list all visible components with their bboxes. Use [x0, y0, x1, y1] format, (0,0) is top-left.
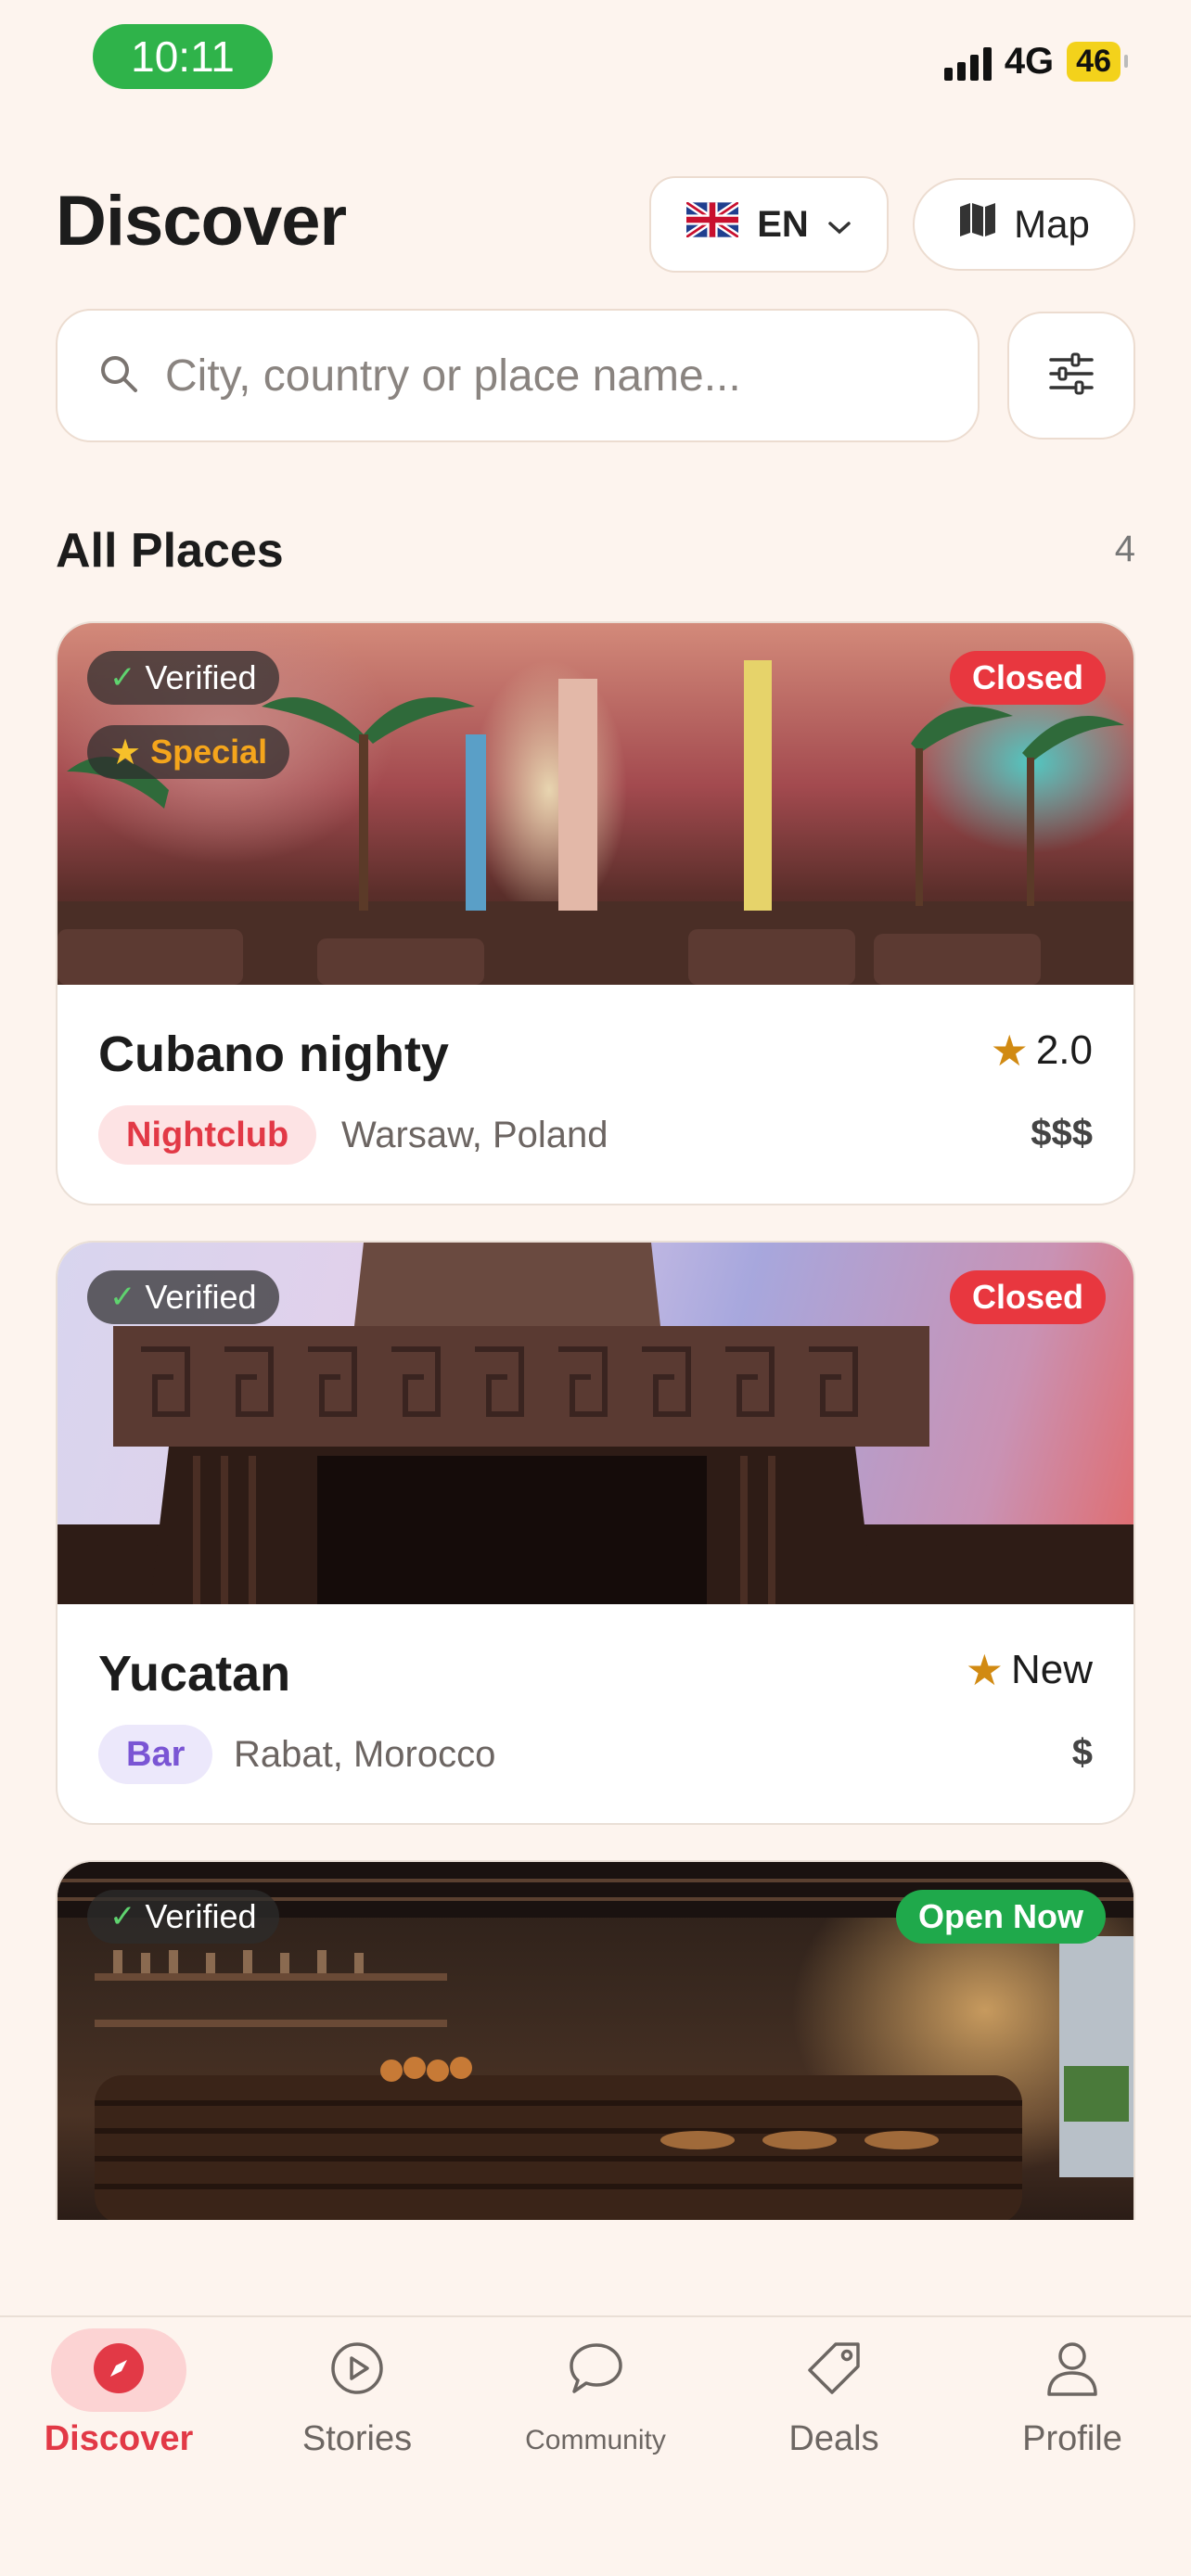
tab-label: Deals	[788, 2419, 879, 2458]
filter-button[interactable]	[1007, 312, 1135, 440]
place-name: Yucatan	[98, 1646, 291, 1702]
tab-label: Discover	[44, 2419, 194, 2458]
uk-flag-icon	[685, 199, 741, 247]
place-location: Rabat, Morocco	[234, 1734, 496, 1775]
price-level: $	[1071, 1732, 1093, 1773]
star-icon: ★	[965, 1646, 1004, 1694]
tab-label: Stories	[301, 2419, 413, 2458]
user-icon	[1045, 2340, 1099, 2401]
map-icon	[958, 201, 997, 248]
play-icon	[330, 2341, 384, 2400]
tab-community[interactable]: Community	[477, 2317, 714, 2503]
chevron-down-icon	[827, 204, 852, 246]
category-tag: Nightclub	[98, 1105, 317, 1165]
place-location: Warsaw, Poland	[341, 1115, 608, 1155]
status-badge: Closed	[949, 1270, 1106, 1324]
rating-value: New	[1010, 1647, 1093, 1692]
star-icon: ★	[109, 733, 142, 772]
rating-value: 2.0	[1035, 1027, 1093, 1073]
verified-label: Verified	[145, 1897, 257, 1935]
search-icon	[98, 353, 139, 399]
place-card[interactable]: ✓ Verified ★ Special Closed Cubano night…	[56, 621, 1135, 1205]
search-input[interactable]	[163, 349, 928, 402]
verified-label: Verified	[145, 658, 257, 696]
verified-badge: ✓ Verified	[87, 651, 279, 705]
tab-label: Profile	[1022, 2419, 1122, 2458]
category-tag: Bar	[98, 1725, 213, 1784]
tab-deals[interactable]: Deals	[715, 2317, 953, 2503]
verified-badge: ✓ Verified	[87, 1890, 279, 1944]
star-icon: ★	[990, 1027, 1029, 1075]
map-button[interactable]: Map	[913, 178, 1135, 271]
bottom-tab-bar: Discover Stories Community Deals Profile	[0, 2315, 1191, 2576]
section-title: All Places	[56, 524, 284, 578]
compass-icon	[92, 2341, 146, 2400]
tab-label: Community	[525, 2425, 666, 2455]
status-indicators: 4G 46	[943, 41, 1128, 83]
status-badge: Open Now	[896, 1890, 1106, 1944]
tab-profile[interactable]: Profile	[954, 2317, 1191, 2503]
rating: ★ 2.0	[991, 1026, 1093, 1076]
special-badge: ★ Special	[87, 725, 290, 779]
special-label: Special	[150, 733, 268, 771]
language-label: EN	[757, 203, 809, 245]
check-icon: ✓	[109, 1280, 136, 1315]
status-time: 10:11	[93, 24, 273, 89]
network-type: 4G	[1004, 41, 1055, 82]
verified-badge: ✓ Verified	[87, 1270, 279, 1324]
tag-icon	[806, 2340, 862, 2401]
signal-icon	[943, 44, 992, 81]
place-photo: ✓ Verified ★ Special Closed	[58, 623, 1133, 985]
check-icon: ✓	[109, 1899, 136, 1934]
places-count: 4	[1114, 529, 1135, 569]
check-icon: ✓	[109, 660, 136, 695]
place-photo: ✓ Verified Open Now	[58, 1862, 1133, 2220]
battery-icon: 46	[1067, 42, 1128, 82]
place-name: Cubano nighty	[98, 1027, 449, 1082]
page-title: Discover	[56, 182, 347, 261]
tab-discover[interactable]: Discover	[0, 2317, 237, 2503]
language-selector[interactable]: EN	[649, 176, 889, 273]
place-photo: ✓ Verified Closed	[58, 1243, 1133, 1604]
chat-icon	[567, 2341, 624, 2400]
rating: ★ New	[966, 1645, 1093, 1695]
tab-stories[interactable]: Stories	[238, 2317, 476, 2503]
search-box[interactable]	[56, 309, 980, 442]
sliders-icon	[1048, 352, 1095, 400]
map-label: Map	[1014, 202, 1090, 246]
place-card[interactable]: ✓ Verified Closed Yucatan ★ New Bar Raba…	[56, 1241, 1135, 1825]
verified-label: Verified	[145, 1278, 257, 1316]
place-card[interactable]: ✓ Verified Open Now	[56, 1860, 1135, 2220]
status-badge: Closed	[949, 651, 1106, 705]
price-level: $$$	[1031, 1113, 1093, 1154]
